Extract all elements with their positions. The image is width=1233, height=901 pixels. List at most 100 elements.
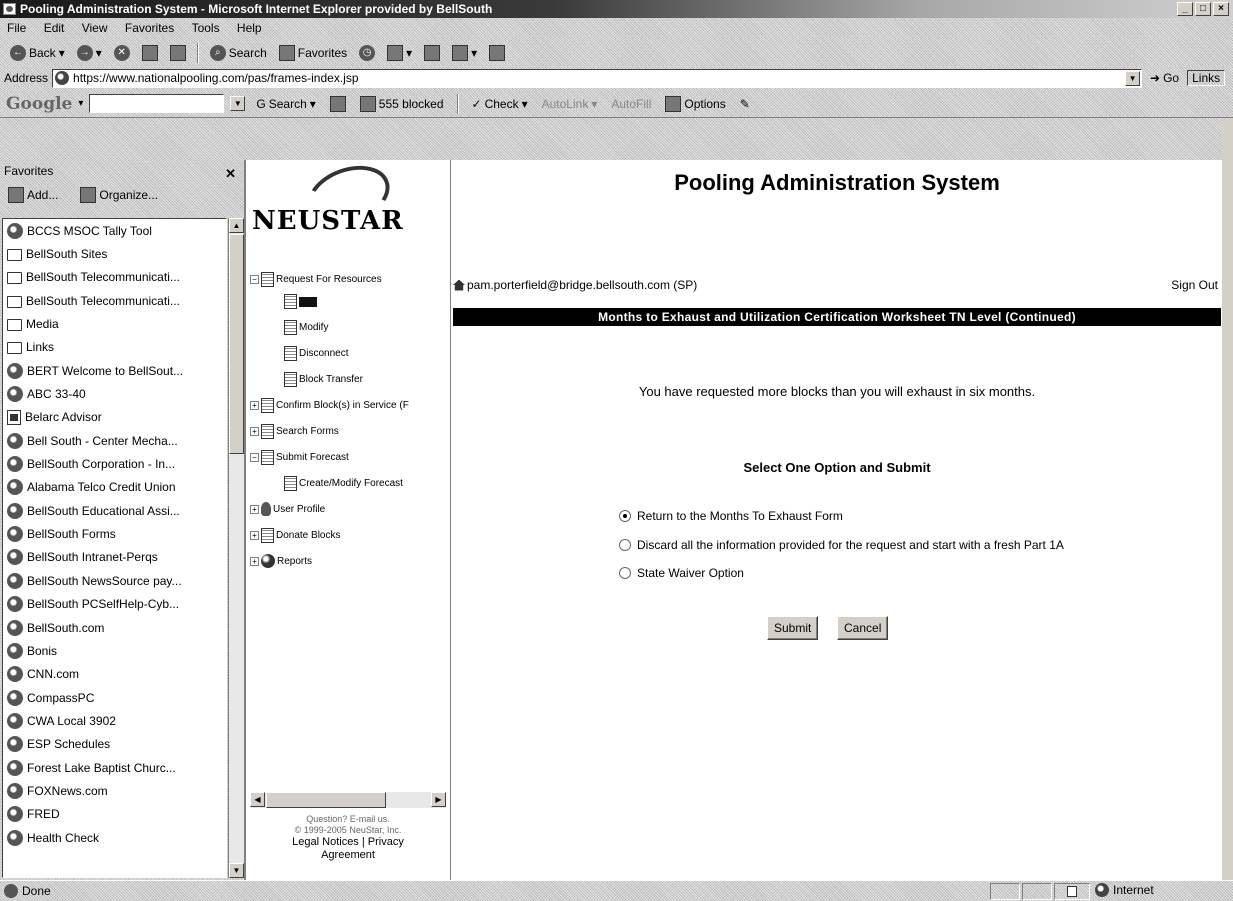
navigation-scroll-thumb[interactable] [266,792,386,808]
option-state-waiver[interactable]: State Waiver Option [619,566,744,580]
favorite-item[interactable]: CNN.com [3,663,226,686]
stop-button[interactable]: ✕ [110,43,134,63]
favorites-scroll-thumb[interactable] [229,234,244,454]
tree-item-search-forms[interactable]: + Search Forms [250,424,339,439]
favorite-item[interactable]: BellSouth.com [3,616,226,639]
print-button[interactable] [420,43,444,63]
home-icon[interactable] [453,279,465,291]
favorite-item[interactable]: Forest Lake Baptist Churc... [3,756,226,779]
refresh-button[interactable] [138,43,162,63]
favorite-item[interactable]: CWA Local 3902 [3,709,226,732]
links-button[interactable]: Links [1187,70,1226,86]
favorite-item[interactable]: BellSouth Forms [3,522,226,545]
favorite-item[interactable]: Alabama Telco Credit Union [3,476,226,499]
cancel-button[interactable]: Cancel [837,616,889,640]
home-button[interactable] [166,43,190,63]
go-button[interactable]: ➜ Go [1146,69,1183,87]
google-search-button[interactable]: G Search ▾ [252,95,319,113]
favorites-button[interactable]: Favorites [275,43,351,63]
favorite-item[interactable]: BellSouth Telecommunicati... [3,266,226,289]
history-button[interactable]: ◷ [355,43,379,63]
navigation-scrollbar[interactable]: ◀ ▶ [250,792,446,808]
menu-tools[interactable]: Tools [185,18,227,38]
submit-button[interactable]: Submit [767,616,819,640]
tree-item-disconnect[interactable]: Disconnect [284,346,348,361]
favorite-item[interactable]: Media [3,312,226,335]
favorite-item[interactable]: ABC 33-40 [3,382,226,405]
favorites-scrollbar[interactable]: ▲ ▼ [228,218,244,878]
minimize-button[interactable]: _ [1177,2,1193,16]
favorite-item[interactable]: FOXNews.com [3,779,226,802]
expand-icon[interactable]: + [250,504,259,514]
back-button[interactable]: ← Back ▾ [6,43,69,63]
legal-privacy-links[interactable]: Legal Notices | Privacy [246,836,450,849]
scroll-up-icon[interactable]: ▲ [229,218,244,233]
radio-state-waiver[interactable] [619,567,631,579]
favorite-item[interactable]: Bell South - Center Mecha... [3,429,226,452]
autolink-button[interactable]: AutoLink ▾ [538,95,602,113]
favorite-item[interactable]: BERT Welcome to BellSout... [3,359,226,382]
tree-item-user-profile[interactable]: + User Profile [250,502,325,516]
google-search-input[interactable] [89,94,225,113]
favorite-item[interactable]: Belarc Advisor [3,406,226,429]
tree-item-create-modify-forecast[interactable]: Create/Modify Forecast [284,476,403,491]
scroll-right-icon[interactable]: ▶ [431,792,446,807]
google-logo[interactable]: Google [6,94,72,114]
organize-favorites-button[interactable]: Organize... [76,185,162,205]
tree-item-new[interactable] [284,294,319,309]
favorite-item[interactable]: Links [3,336,226,359]
favorite-item[interactable]: BellSouth Corporation - In... [3,452,226,475]
sign-out-link[interactable]: Sign Out [1171,278,1218,292]
tree-item-request-for-resources[interactable]: − Request For Resources [250,272,382,287]
favorite-item[interactable]: CompassPC [3,686,226,709]
menu-file[interactable]: File [0,18,33,38]
agreement-link[interactable]: Agreement [246,849,450,862]
maximize-button[interactable]: □ [1195,2,1211,16]
tree-item-block-transfer[interactable]: Block Transfer [284,372,363,387]
mail-button[interactable]: ▾ [383,43,416,63]
add-favorite-button[interactable]: Add... [4,185,62,205]
menu-help[interactable]: Help [230,18,269,38]
tree-item-submit-forecast[interactable]: − Submit Forecast [250,450,349,465]
close-window-button[interactable]: × [1213,2,1229,16]
collapse-icon[interactable]: − [250,275,259,284]
radio-discard-and-start-fresh[interactable] [619,539,631,551]
question-email-link[interactable]: Question? E-mail us. [246,814,450,825]
options-button[interactable]: Options [661,94,729,114]
favorite-item[interactable]: BellSouth NewsSource pay... [3,569,226,592]
menu-view[interactable]: View [75,18,115,38]
tree-item-reports[interactable]: + Reports [250,554,312,568]
scroll-left-icon[interactable]: ◀ [250,792,265,807]
page-rank-button[interactable] [326,94,350,114]
favorite-item[interactable]: FRED [3,803,226,826]
favorite-item[interactable]: BellSouth Telecommunicati... [3,289,226,312]
collapse-icon[interactable]: − [250,453,259,462]
tree-item-modify[interactable]: Modify [284,320,328,335]
menu-favorites[interactable]: Favorites [118,18,181,38]
address-input[interactable]: https://www.nationalpooling.com/pas/fram… [52,68,1143,88]
google-dropdown-icon[interactable]: ▼ [230,96,246,111]
forward-button[interactable]: → ▾ [73,43,106,63]
menu-edit[interactable]: Edit [37,18,72,38]
autofill-button[interactable]: AutoFill [607,95,655,113]
chevron-down-icon[interactable]: ▼ [1125,70,1141,86]
tree-item-confirm-blocks[interactable]: + Confirm Block(s) in Service (F [250,398,409,413]
discuss-button[interactable] [485,43,509,63]
favorite-item[interactable]: Bonis [3,639,226,662]
highlight-button[interactable]: ✎ [736,95,754,113]
google-menu-arrow[interactable]: ▾ [78,98,83,109]
favorite-item[interactable]: BellSouth PCSelfHelp-Cyb... [3,593,226,616]
favorite-item[interactable]: Health Check [3,826,226,849]
favorite-item[interactable]: ESP Schedules [3,733,226,756]
window-scrollbar[interactable] [1222,118,1233,880]
radio-return-to-form[interactable] [619,510,631,522]
favorite-item[interactable]: BCCS MSOC Tally Tool [3,219,226,242]
edit-button[interactable]: ▾ [448,43,481,63]
option-discard-and-start-fresh[interactable]: Discard all the information provided for… [619,538,1064,552]
option-return-to-form[interactable]: Return to the Months To Exhaust Form [619,509,843,523]
search-button[interactable]: ⌕ Search [206,43,271,63]
favorite-item[interactable]: BellSouth Sites [3,242,226,265]
expand-icon[interactable]: + [250,531,259,540]
favorite-item[interactable]: BellSouth Intranet-Perqs [3,546,226,569]
popup-blocker-button[interactable]: 555 blocked [356,94,448,114]
